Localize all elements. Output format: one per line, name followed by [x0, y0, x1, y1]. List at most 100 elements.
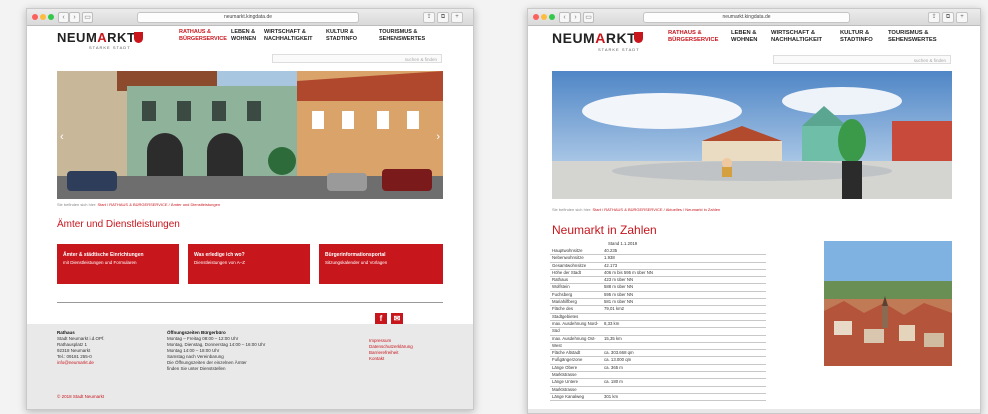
- share-icon[interactable]: ⇪: [423, 12, 435, 23]
- table-cell-label: Fläche Altstadt: [550, 349, 602, 358]
- footer-hours: Öffnungszeiten Bürgerbüro Montag – Freit…: [167, 330, 266, 371]
- table-cell-label: Marktstrasse: [550, 386, 602, 394]
- table-row: Wolfstein 588 m über NN: [550, 283, 766, 292]
- table-row: Fußgängerzone ca. 13.000 qm: [550, 356, 766, 365]
- footer-link-barrierefreiheit[interactable]: Barrierefreiheit: [369, 350, 399, 355]
- search-input[interactable]: suchen & finden: [272, 54, 442, 63]
- page-title: Neumarkt in Zahlen: [552, 223, 657, 237]
- menu-tourismus[interactable]: TOURISMUS & SEHENSWERTES: [888, 30, 937, 44]
- table-cell-value: ca. 303.668 qm: [602, 349, 766, 358]
- forward-arrow-icon[interactable]: ›: [69, 12, 80, 23]
- table-cell-value: [602, 327, 766, 336]
- table-cell-value: 595 m über NN: [602, 291, 766, 300]
- left-browser-window: ‹ › ▭ neumarkt.kingdata.de ⇪ ⧉ + NEUMARK…: [26, 8, 474, 410]
- footer-links: Impressum Datenschutzerklärung Barrieref…: [369, 338, 413, 362]
- table-cell-value: 15,35 km: [602, 335, 766, 343]
- sidebar-icon[interactable]: ▭: [82, 12, 93, 23]
- site-logo[interactable]: NEUMARKT: [552, 30, 636, 46]
- search-input[interactable]: suchen & finden: [773, 55, 951, 64]
- footer-link-impressum[interactable]: Impressum: [369, 338, 391, 343]
- back-arrow-icon[interactable]: ‹: [559, 12, 570, 23]
- tile-aemter[interactable]: Ämter & städtische Einrichtungen mit Dien…: [57, 244, 179, 284]
- browser-toolbar: ‹ › ▭ neumarkt.kingdata.de ⇪ ⧉ +: [27, 9, 473, 26]
- slider-prev-icon[interactable]: ‹: [60, 131, 64, 143]
- table-cell-value: ca. 365 m: [602, 364, 766, 373]
- page-title: Ämter und Dienstleistungen: [57, 219, 180, 230]
- table-cell-value: 406 m bis 595 m über NN: [602, 269, 766, 278]
- minimize-window-button[interactable]: [40, 14, 46, 20]
- slider-next-icon[interactable]: ›: [436, 131, 440, 143]
- footer-link-kontakt[interactable]: Kontakt: [369, 356, 384, 361]
- table-cell-value: 423 m über NN: [602, 276, 766, 285]
- table-cell-value: [602, 386, 766, 394]
- add-tab-icon[interactable]: +: [451, 12, 463, 23]
- close-window-button[interactable]: [32, 14, 38, 20]
- close-window-button[interactable]: [533, 14, 539, 20]
- table-row: max. Ausdehnung Nord- 8,33 km: [550, 320, 766, 329]
- zoom-window-button[interactable]: [48, 14, 54, 20]
- table-cell-value: 8,33 km: [602, 320, 766, 329]
- table-cell-value: 42.173: [602, 262, 766, 270]
- minimize-window-button[interactable]: [541, 14, 547, 20]
- zoom-window-button[interactable]: [549, 14, 555, 20]
- url-bar[interactable]: neumarkt.kingdata.de: [643, 12, 850, 23]
- table-row: Rathaus 423 m über NN: [550, 276, 766, 285]
- table-cell-value: 581 m über NN: [602, 298, 766, 307]
- stats-table: Hauptwohnsitze 40.235 Nebenwohnsitze 1.938 G…: [550, 248, 766, 402]
- table-cell-label: Länge Untere: [550, 378, 602, 387]
- table-cell-label: Stadtgebietes: [550, 313, 602, 321]
- menu-leben[interactable]: LEBEN & WOHNEN: [231, 29, 256, 43]
- table-cell-label: Fläche des: [550, 305, 602, 314]
- table-row: Länge Untere ca. 180 m: [550, 378, 766, 387]
- menu-rathaus[interactable]: RATHAUS & BÜRGERSERVICE: [179, 29, 227, 43]
- tile-buergerportal[interactable]: Bürgerinformationsportal Sitzungskalender…: [319, 244, 443, 284]
- table-row: Stadtgebietes: [550, 313, 766, 321]
- table-cell-label: Nebenwohnsitze: [550, 254, 602, 263]
- table-cell-label: Höhe der Stadt: [550, 269, 602, 278]
- menu-leben[interactable]: LEBEN & WOHNEN: [731, 30, 757, 44]
- table-cell-value: 588 m über NN: [602, 283, 766, 292]
- copyright: © 2018 Stadt Neumarkt: [57, 394, 105, 399]
- table-cell-label: Wolfstein: [550, 283, 602, 292]
- table-row: Mariahilfberg 581 m über NN: [550, 298, 766, 307]
- menu-kultur[interactable]: KULTUR & STADTINFO: [326, 29, 357, 43]
- table-cell-value: [602, 313, 766, 321]
- share-icon[interactable]: ⇪: [928, 12, 940, 23]
- forward-arrow-icon[interactable]: ›: [570, 12, 581, 23]
- table-cell-label: Hauptwohnsitze: [550, 248, 602, 256]
- tabs-icon[interactable]: ⧉: [437, 12, 449, 23]
- tabs-icon[interactable]: ⧉: [942, 12, 954, 23]
- menu-tourismus[interactable]: TOURISMUS & SEHENSWERTES: [379, 29, 425, 43]
- add-tab-icon[interactable]: +: [956, 12, 968, 23]
- table-row: Nebenwohnsitze 1.938: [550, 254, 766, 263]
- table-row: max. Ausdehnung Ost- 15,35 km: [550, 335, 766, 343]
- site-logo[interactable]: NEUMARKT: [57, 30, 135, 45]
- logo-tagline: STARKE STADT: [598, 47, 640, 52]
- table-cell-label: Mariahilfberg: [550, 298, 602, 307]
- footer-email-link[interactable]: info@neumarkt.de: [57, 360, 94, 365]
- tile-was-erledige[interactable]: Was erledige ich wo? Dienstleistungen von…: [188, 244, 310, 284]
- coat-of-arms-icon: [134, 32, 143, 43]
- menu-wirtschaft[interactable]: WIRTSCHAFT & NACHHALTIGKEIT: [264, 29, 312, 43]
- table-row: Hauptwohnsitze 40.235: [550, 248, 766, 256]
- coat-of-arms-icon: [634, 32, 643, 43]
- url-bar[interactable]: neumarkt.kingdata.de: [137, 12, 359, 23]
- menu-wirtschaft[interactable]: WIRTSCHAFT & NACHHALTIGKEIT: [771, 30, 822, 44]
- table-cell-value: ca. 180 m: [602, 378, 766, 387]
- back-arrow-icon[interactable]: ‹: [58, 12, 69, 23]
- table-header: Stand 1.1.2019: [608, 241, 638, 246]
- table-cell-value: 1.938: [602, 254, 766, 263]
- menu-kultur[interactable]: KULTUR & STADTINFO: [840, 30, 873, 44]
- table-cell-label: Süd: [550, 327, 602, 336]
- hero-image: ‹ ›: [57, 71, 443, 199]
- table-row: Süd: [550, 327, 766, 336]
- hero-image: [552, 71, 952, 199]
- status-bar: [528, 409, 980, 413]
- footer-link-datenschutz[interactable]: Datenschutzerklärung: [369, 344, 413, 349]
- menu-rathaus[interactable]: RATHAUS & BÜRGERSERVICE: [668, 30, 718, 44]
- table-row: Fläche Altstadt ca. 303.668 qm: [550, 349, 766, 358]
- breadcrumb: Sie befinden sich hier: Start / RATHAUS …: [57, 202, 221, 207]
- table-cell-value: [602, 371, 766, 380]
- sidebar-icon[interactable]: ▭: [583, 12, 594, 23]
- table-cell-label: Länge Kanalweg: [550, 393, 602, 402]
